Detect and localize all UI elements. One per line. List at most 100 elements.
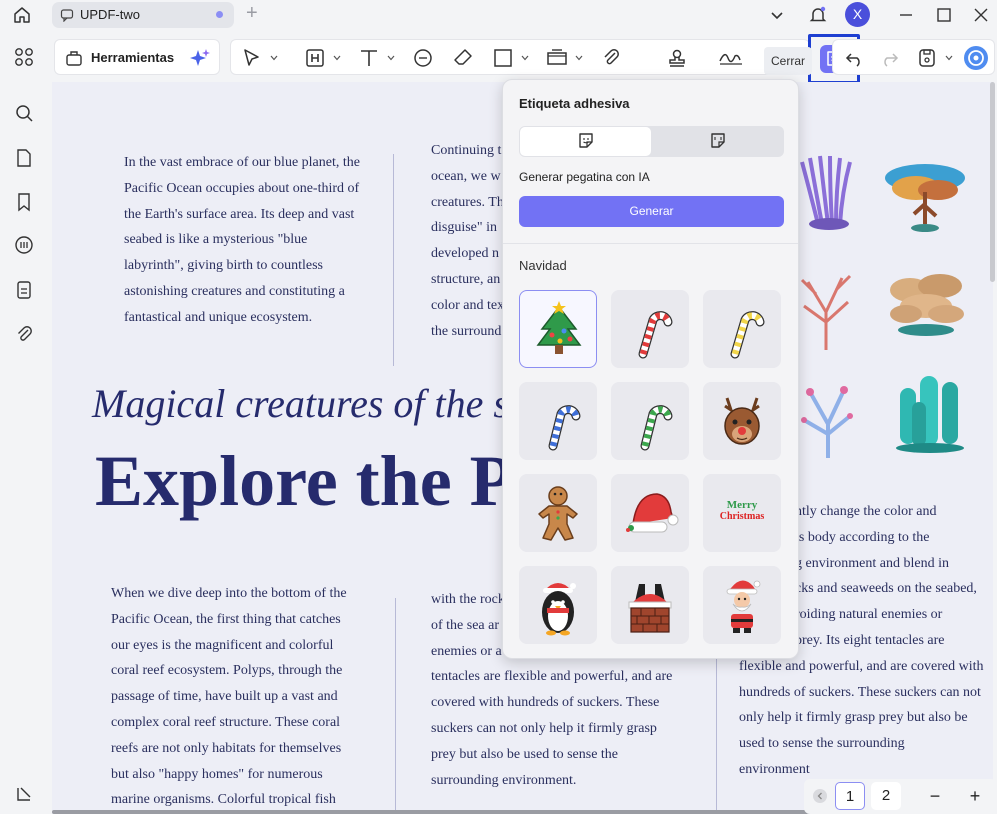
- search-icon[interactable]: [13, 102, 35, 124]
- santa-chimney-image: [628, 584, 672, 633]
- apps-grid-icon[interactable]: [13, 46, 35, 68]
- pages-icon[interactable]: [13, 147, 35, 169]
- chevron-down-icon[interactable]: [387, 55, 395, 61]
- comment-icon: [60, 9, 74, 22]
- sticker-gingerbread-man[interactable]: [519, 474, 597, 552]
- ai-sticker-label: Generar pegatina con IA: [519, 170, 650, 184]
- comment-bubble-icon[interactable]: [411, 46, 435, 70]
- stamp-icon[interactable]: [665, 46, 689, 70]
- sticker-panel: Etiqueta adhesiva Generar pegatina con I…: [502, 79, 799, 659]
- coral-purple-image: [800, 155, 852, 230]
- highlight-text-icon[interactable]: [303, 46, 327, 70]
- rectangle-icon[interactable]: [491, 46, 515, 70]
- ai-assistant-icon[interactable]: [963, 45, 989, 71]
- chevron-down-icon[interactable]: [945, 55, 953, 61]
- sticker-tab-emoji[interactable]: [520, 127, 651, 156]
- page-1-button[interactable]: 1: [835, 782, 865, 810]
- horizontal-scrollbar[interactable]: [52, 810, 912, 814]
- undo-icon[interactable]: [843, 46, 867, 70]
- gingerbread-man-image: [538, 486, 578, 541]
- bell-icon[interactable]: [807, 4, 829, 26]
- sticker-merry-christmas[interactable]: Merry Christmas: [703, 474, 781, 552]
- chevron-left-icon[interactable]: [812, 788, 828, 804]
- bookmark-icon[interactable]: [13, 191, 35, 213]
- zoom-out-button[interactable]: −: [920, 782, 950, 810]
- paragraph-1: In the vast embrace of our blue planet, …: [124, 155, 360, 325]
- sticker-reindeer[interactable]: [703, 382, 781, 460]
- column-divider: [395, 598, 396, 814]
- layers-icon[interactable]: [13, 783, 35, 805]
- sticker-candy-cane-green[interactable]: [611, 382, 689, 460]
- sticker-smile-icon: [579, 133, 593, 148]
- save-icon[interactable]: [915, 46, 939, 70]
- chevron-down-icon[interactable]: [766, 4, 788, 26]
- close-window-icon[interactable]: [970, 4, 992, 26]
- home-icon[interactable]: [11, 4, 33, 26]
- heading-big: Explore the P: [95, 441, 514, 521]
- vertical-scrollbar[interactable]: [990, 82, 995, 282]
- select-cursor-icon[interactable]: [240, 46, 264, 70]
- coral-red-image: [800, 274, 852, 350]
- comments-icon[interactable]: [13, 234, 35, 256]
- sticker-tab-custom[interactable]: [652, 127, 783, 156]
- minimize-icon[interactable]: [895, 4, 917, 26]
- coral-blue-pink-image: [801, 386, 853, 458]
- sticker-santa-chimney[interactable]: [611, 566, 689, 644]
- attachment-icon[interactable]: [13, 323, 35, 345]
- document-tab[interactable]: UPDF-two: [52, 2, 234, 28]
- sticker-christmas-tree[interactable]: [519, 290, 597, 368]
- paragraph-2: Continuing t ocean, we w creatures. Th disg…: [431, 143, 505, 339]
- santa-hat-image: [626, 493, 679, 533]
- close-tools-button[interactable]: Cerrar: [764, 47, 812, 75]
- sticker-candy-cane-yellow[interactable]: [703, 290, 781, 368]
- coral-teal-image: [896, 376, 964, 453]
- generate-button[interactable]: Generar: [519, 196, 784, 227]
- christmas-text: Christmas: [719, 511, 765, 522]
- sticker-penguin[interactable]: [519, 566, 597, 644]
- text-box-icon[interactable]: [545, 46, 569, 70]
- sticker-custom-icon: [711, 133, 725, 148]
- tab-title: UPDF-two: [80, 7, 140, 22]
- paragraph-3: When we dive deep into the bottom of the…: [111, 586, 347, 808]
- reindeer-image: [724, 397, 760, 445]
- sticker-type-toggle: [519, 126, 784, 157]
- tools-label: Herramientas: [91, 50, 175, 65]
- history-tools: [832, 39, 995, 75]
- document-icon[interactable]: [13, 279, 35, 301]
- page-2-button[interactable]: 2: [871, 782, 901, 810]
- maximize-icon[interactable]: [933, 4, 955, 26]
- page-navigator: 1 2 − +: [804, 779, 997, 814]
- candy-cane-green-image: [640, 405, 673, 451]
- santa-claus-image: [726, 580, 761, 633]
- text-tool-icon[interactable]: [357, 46, 381, 70]
- penguin-image: [542, 583, 576, 636]
- chevron-down-icon[interactable]: [575, 55, 583, 61]
- candy-cane-red-image: [638, 311, 673, 359]
- divider: [503, 243, 798, 244]
- signature-icon[interactable]: [717, 46, 745, 70]
- avatar[interactable]: X: [845, 2, 870, 27]
- toolbar: Herramientas Cerrar: [50, 34, 997, 84]
- category-label: Navidad: [519, 258, 567, 273]
- paperclip-icon[interactable]: [599, 46, 623, 70]
- title-bar: UPDF-two + X: [0, 0, 997, 30]
- sticker-candy-cane-blue[interactable]: [519, 382, 597, 460]
- column-divider: [393, 154, 394, 366]
- toolbox-icon: [66, 51, 82, 66]
- merry-text: Merry: [726, 499, 758, 511]
- sticker-santa-claus[interactable]: [703, 566, 781, 644]
- redo-icon[interactable]: [877, 46, 901, 70]
- eraser-icon[interactable]: [451, 46, 475, 70]
- tools-button[interactable]: Herramientas: [54, 39, 220, 75]
- sticker-santa-hat[interactable]: [611, 474, 689, 552]
- sticker-candy-cane-red[interactable]: [611, 290, 689, 368]
- chevron-down-icon[interactable]: [333, 55, 341, 61]
- coral-mushroom-image: [890, 274, 964, 336]
- panel-title: Etiqueta adhesiva: [519, 96, 630, 111]
- new-tab-button[interactable]: +: [246, 3, 258, 23]
- zoom-in-button[interactable]: +: [960, 782, 990, 810]
- candy-cane-blue-image: [548, 405, 581, 451]
- chevron-down-icon[interactable]: [521, 55, 529, 61]
- heading-italic: Magical creatures of the s: [92, 381, 509, 426]
- chevron-down-icon[interactable]: [270, 55, 278, 61]
